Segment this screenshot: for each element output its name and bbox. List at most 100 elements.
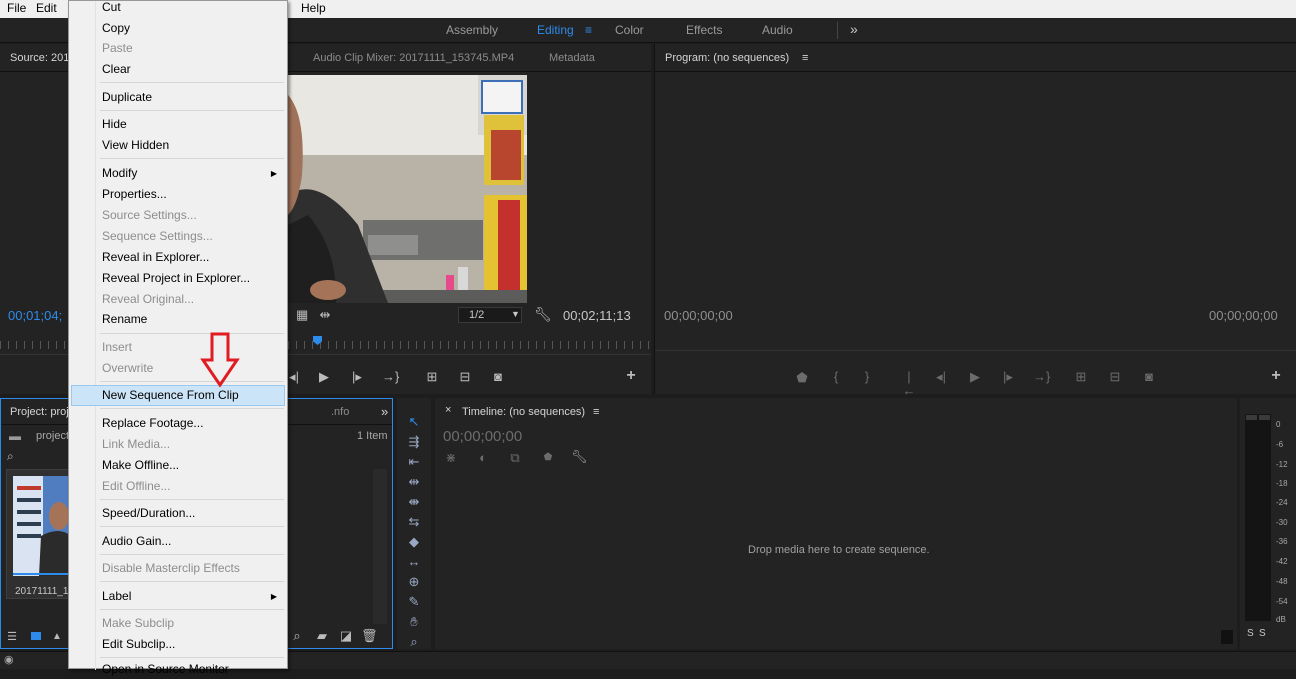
new-item-icon[interactable]: ◪ xyxy=(339,629,353,643)
rolling-edit-tool-icon[interactable]: ⇹ xyxy=(405,474,423,490)
wrench-icon[interactable]: 🔧︎ xyxy=(534,307,552,321)
solo-left-button[interactable]: S xyxy=(1247,628,1254,639)
menu-item-copy[interactable]: Copy xyxy=(102,18,130,38)
drag-video-icon[interactable]: ⇹ xyxy=(318,308,332,322)
timeline-close-icon[interactable]: × xyxy=(445,404,451,416)
trash-icon[interactable]: 🗑︎ xyxy=(361,629,378,643)
mark-in-icon[interactable]: { xyxy=(830,370,842,384)
zoom-tool-icon[interactable]: ⌕ xyxy=(405,634,423,650)
program-title[interactable]: Program: (no sequences) xyxy=(665,52,789,64)
program-timecode-left[interactable]: 00;00;00;00 xyxy=(664,308,733,323)
export-frame-icon[interactable]: ▦ xyxy=(296,308,308,322)
menu-item-view-hidden[interactable]: View Hidden xyxy=(102,135,169,155)
menu-item-modify[interactable]: Modify xyxy=(102,163,137,183)
workspace-tab-audio[interactable]: Audio xyxy=(762,23,793,37)
zoom-slider-icon[interactable]: ▲ xyxy=(51,630,63,644)
menu-item-reveal-explorer[interactable]: Reveal in Explorer... xyxy=(102,247,209,267)
panel-overflow-button[interactable]: » xyxy=(381,404,388,419)
source-timecode-in[interactable]: 00;01;04; xyxy=(8,308,62,323)
razor-tool-icon[interactable]: ⇆ xyxy=(405,514,423,530)
menu-item-reveal-original[interactable]: Reveal Original... xyxy=(102,289,194,309)
icon-view-icon[interactable] xyxy=(31,632,41,640)
hand-tool-icon[interactable]: ✋︎ xyxy=(405,614,423,630)
find-icon[interactable]: ⌕ xyxy=(291,629,303,643)
menu-item-sequence-settings[interactable]: Sequence Settings... xyxy=(102,226,213,246)
wrench-icon[interactable]: 🔧︎ xyxy=(571,450,588,464)
menu-item-speed-duration[interactable]: Speed/Duration... xyxy=(102,503,195,523)
marker-icon[interactable]: ⬟ xyxy=(795,371,809,385)
step-forward-icon[interactable]: |▸ xyxy=(350,370,364,384)
menu-item-overwrite[interactable]: Overwrite xyxy=(102,358,153,378)
marker-icon[interactable]: ⬟ xyxy=(541,451,555,465)
zoom-select[interactable]: 1/2 ▼ xyxy=(458,307,522,323)
add-button-icon[interactable]: + xyxy=(624,368,638,384)
solo-right-button[interactable]: S xyxy=(1259,628,1266,639)
workspace-tab-color[interactable]: Color xyxy=(615,23,644,37)
scrollbar[interactable] xyxy=(373,469,387,624)
rate-stretch-tool-icon[interactable]: ⇼ xyxy=(405,494,423,510)
pen-tool-icon[interactable]: ✎ xyxy=(405,594,423,610)
add-marker-icon[interactable]: ⧉ xyxy=(508,451,522,465)
linked-selection-icon[interactable]: ◐ xyxy=(476,451,490,465)
menu-item-open-in-source-monitor[interactable]: Open in Source Monitor xyxy=(102,659,229,679)
step-back-icon[interactable]: ◂| xyxy=(288,370,300,384)
track-tool-icon[interactable]: ⊕ xyxy=(405,574,423,590)
tab-metadata[interactable]: Metadata xyxy=(549,52,595,64)
menu-item-rename[interactable]: Rename xyxy=(102,309,147,329)
eye-icon[interactable]: ◉ xyxy=(4,653,14,666)
selection-tool-icon[interactable]: ↖ xyxy=(405,414,423,430)
go-to-in-icon[interactable]: |← xyxy=(901,370,917,398)
go-to-out-icon[interactable]: →} xyxy=(1033,370,1050,384)
menu-help[interactable]: Help xyxy=(301,1,326,15)
workspace-menu-icon[interactable]: ≡ xyxy=(585,23,592,37)
menu-item-duplicate[interactable]: Duplicate xyxy=(102,87,152,107)
search-icon[interactable]: ⌕ xyxy=(7,449,14,464)
lift-icon[interactable]: ⊞ xyxy=(1073,370,1089,384)
play-icon[interactable]: ▶ xyxy=(317,370,331,384)
extract-icon[interactable]: ⊟ xyxy=(1107,370,1123,384)
menu-item-edit-subclip[interactable]: Edit Subclip... xyxy=(102,634,175,654)
step-back-icon[interactable]: ◂| xyxy=(934,370,948,384)
insert-icon[interactable]: ⊞ xyxy=(424,370,440,384)
slide-tool-icon[interactable]: ↔ xyxy=(405,554,423,570)
camera-icon[interactable]: ◙ xyxy=(490,370,506,384)
menu-item-edit-offline[interactable]: Edit Offline... xyxy=(102,476,170,496)
snap-icon[interactable]: ⋇ xyxy=(444,451,458,465)
mark-out-icon[interactable]: } xyxy=(861,370,873,384)
menu-item-insert[interactable]: Insert xyxy=(102,337,132,357)
program-panel-menu-icon[interactable]: ≡ xyxy=(802,52,808,64)
menu-item-make-subclip[interactable]: Make Subclip xyxy=(102,613,174,633)
menu-edit[interactable]: Edit xyxy=(36,1,57,15)
new-bin-icon[interactable]: ▰ xyxy=(315,629,329,643)
menu-item-link-media[interactable]: Link Media... xyxy=(102,434,170,454)
workspace-tab-editing[interactable]: Editing xyxy=(537,23,574,37)
tab-source[interactable]: Source: 2017 xyxy=(10,52,75,64)
menu-item-clear[interactable]: Clear xyxy=(102,59,131,79)
timeline-menu-icon[interactable]: ≡ xyxy=(593,406,599,418)
tab-project[interactable]: Project: proj xyxy=(10,406,69,418)
menu-item-properties[interactable]: Properties... xyxy=(102,184,167,204)
tab-audio-clip-mixer[interactable]: Audio Clip Mixer: 20171111_153745.MP4 xyxy=(313,52,514,64)
timeline-timecode[interactable]: 00;00;00;00 xyxy=(443,428,522,445)
workspace-tab-assembly[interactable]: Assembly xyxy=(446,23,498,37)
overwrite-icon[interactable]: ⊟ xyxy=(457,370,473,384)
menu-item-new-sequence-from-clip[interactable]: New Sequence From Clip xyxy=(102,385,239,405)
menu-item-replace-footage[interactable]: Replace Footage... xyxy=(102,413,203,433)
menu-item-label[interactable]: Label xyxy=(102,586,131,606)
menu-item-hide[interactable]: Hide xyxy=(102,114,127,134)
workspace-tab-effects[interactable]: Effects xyxy=(686,23,722,37)
step-forward-icon[interactable]: |▸ xyxy=(1001,370,1015,384)
menu-item-disable-masterclip-effects[interactable]: Disable Masterclip Effects xyxy=(102,558,240,578)
track-select-tool-icon[interactable]: ⇶ xyxy=(405,434,423,450)
clip-thumbnail-label[interactable]: 20171111_1 xyxy=(15,586,68,597)
menu-item-source-settings[interactable]: Source Settings... xyxy=(102,205,197,225)
menu-item-cut[interactable]: Cut xyxy=(102,0,121,17)
list-view-icon[interactable]: ☰ xyxy=(6,630,18,644)
menu-item-reveal-project-explorer[interactable]: Reveal Project in Explorer... xyxy=(102,268,250,288)
timeline-title[interactable]: Timeline: (no sequences) xyxy=(462,406,585,418)
menu-file[interactable]: File xyxy=(7,1,26,15)
camera-icon[interactable]: ◙ xyxy=(1141,370,1157,384)
clip-thumbnail-card[interactable]: 20171111_1 xyxy=(6,469,72,599)
play-icon[interactable]: ▶ xyxy=(968,370,982,384)
tab-info[interactable]: .nfo xyxy=(331,406,349,418)
